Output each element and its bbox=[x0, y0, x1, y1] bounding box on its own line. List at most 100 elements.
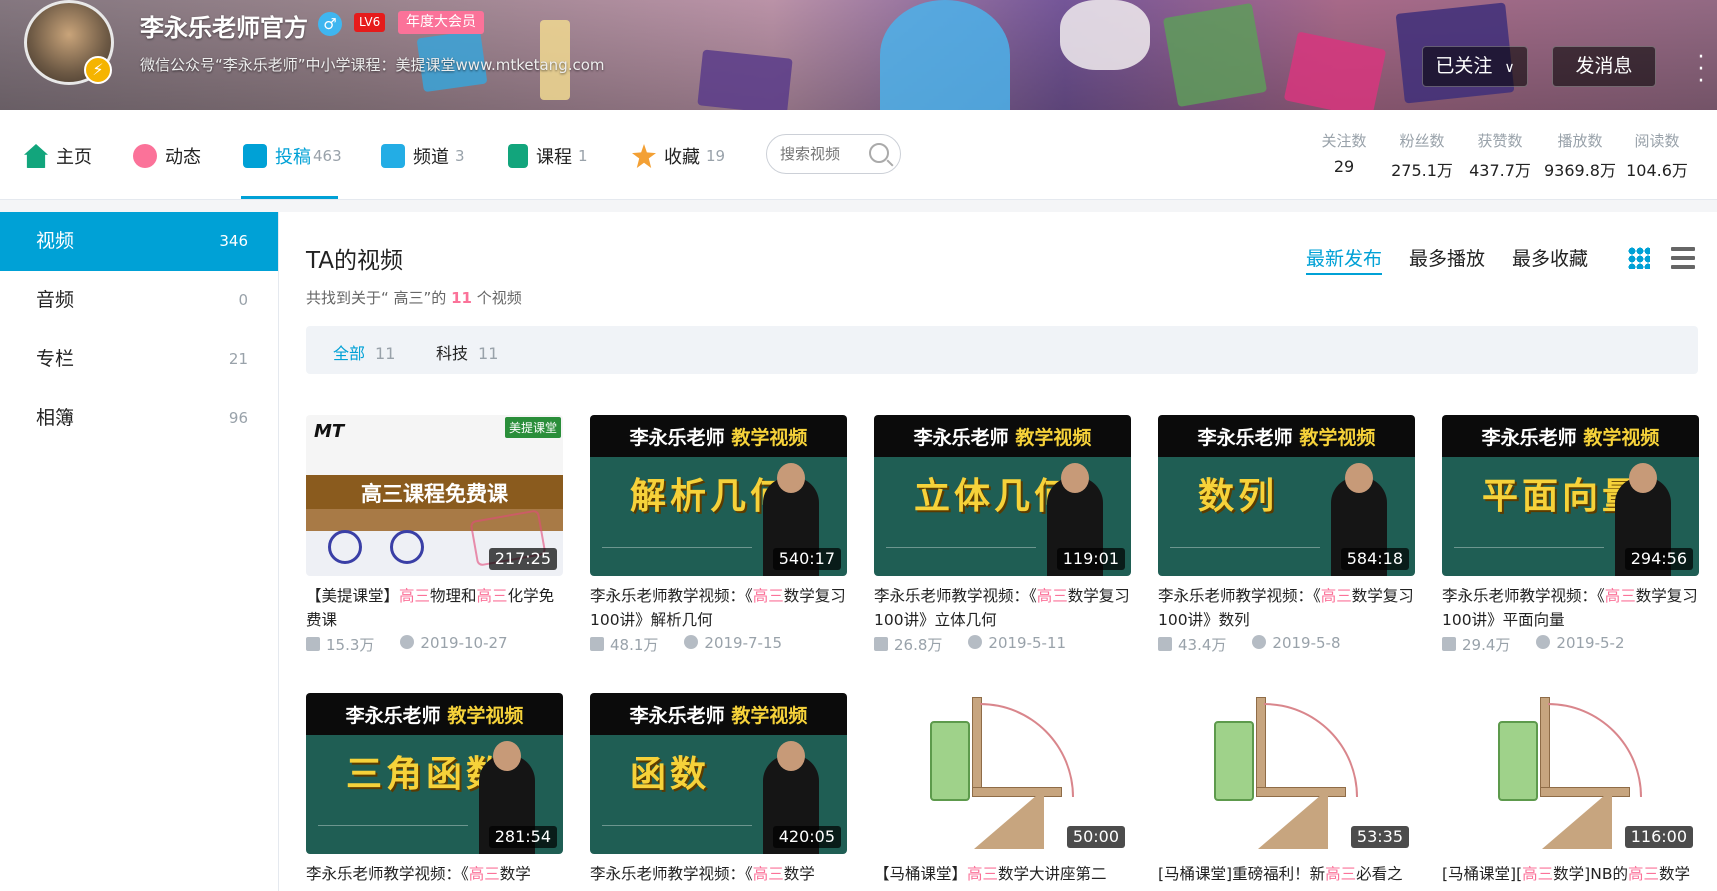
play-icon bbox=[874, 637, 888, 651]
abacus-illustration bbox=[1214, 721, 1254, 801]
upload-date: 2019-10-27 bbox=[400, 634, 508, 655]
video-card[interactable]: 李永乐老师 教学视频 平面向量 294:56 李永乐老师教学视频：《高三数学复习100… bbox=[1442, 415, 1699, 655]
keyword-highlight: 高三 bbox=[752, 587, 784, 605]
sidebar-item-albums[interactable]: 相簿 96 bbox=[0, 389, 278, 448]
stat-value: 437.7万 bbox=[1469, 161, 1531, 180]
tab-course[interactable]: 课程 1 bbox=[508, 140, 588, 172]
tab-dynamic[interactable]: 动态 bbox=[133, 140, 201, 172]
video-search[interactable] bbox=[766, 134, 901, 174]
video-title[interactable]: 李永乐老师教学视频：《高三数学复习100讲》解析几何 bbox=[590, 584, 847, 632]
video-title[interactable]: 李永乐老师教学视频：《高三数学 bbox=[590, 862, 847, 891]
video-title[interactable]: 李永乐老师教学视频：《高三数学 bbox=[306, 862, 563, 891]
video-card[interactable]: 李永乐老师 教学视频 解析几何 540:17 李永乐老师教学视频：《高三数学复习100… bbox=[590, 415, 847, 655]
tab-favorites[interactable]: 收藏 19 bbox=[632, 140, 725, 172]
filter-count: 11 bbox=[478, 344, 499, 363]
video-card[interactable]: 116:00 [马桶课堂][高三数学]NB的高三数学 bbox=[1442, 693, 1699, 891]
stats-bar: 关注数 29 bbox=[1316, 130, 1372, 176]
video-thumbnail[interactable]: 李永乐老师 教学视频 解析几何 540:17 bbox=[590, 415, 847, 576]
video-title[interactable]: [马桶课堂][高三数学]NB的高三数学 bbox=[1442, 862, 1699, 891]
search-input[interactable] bbox=[767, 135, 867, 173]
keyword-highlight: 高三 bbox=[1320, 587, 1352, 605]
sidebar-item-label: 视频 bbox=[36, 230, 75, 252]
sort-most-played[interactable]: 最多播放 bbox=[1409, 244, 1485, 271]
title-text: [马桶课堂]重磅福利！新 bbox=[1158, 865, 1326, 883]
stats-bar: 阅读数 104.6万 bbox=[1624, 130, 1690, 181]
video-title[interactable]: 【美提课堂】高三物理和高三化学免费课 bbox=[306, 584, 563, 632]
channel-icon bbox=[381, 144, 405, 168]
vip-badge[interactable]: 年度大会员 bbox=[398, 11, 484, 34]
video-title[interactable]: [马桶课堂]重磅福利！新高三必看之 bbox=[1158, 862, 1415, 891]
tab-channel[interactable]: 频道 3 bbox=[381, 140, 465, 172]
video-thumbnail[interactable]: 李永乐老师 教学视频 立体几何 119:01 bbox=[874, 415, 1131, 576]
sort-newest[interactable]: 最新发布 bbox=[1306, 244, 1383, 275]
video-title[interactable]: 李永乐老师教学视频：《高三数学复习100讲》数列 bbox=[1158, 584, 1415, 632]
stat-label: 粉丝数 bbox=[1399, 132, 1445, 150]
video-card[interactable]: 李永乐老师 教学视频 数列 584:18 李永乐老师教学视频：《高三数学复习100讲》… bbox=[1158, 415, 1415, 655]
filter-tech[interactable]: 科技 11 bbox=[436, 340, 498, 364]
title-text: 李永乐老师教学视频：《 bbox=[306, 865, 469, 883]
sort-most-favorited[interactable]: 最多收藏 bbox=[1512, 244, 1588, 271]
sidebar-item-video[interactable]: 视频 346 bbox=[0, 212, 278, 271]
stats-bar: 播放数 9369.8万 bbox=[1542, 130, 1618, 181]
upload-date: 2019-5-11 bbox=[968, 634, 1066, 655]
sidebar-item-articles[interactable]: 专栏 21 bbox=[0, 330, 278, 389]
result-suffix: 个视频 bbox=[476, 289, 522, 307]
video-card[interactable]: 53:35 [马桶课堂]重磅福利！新高三必看之 bbox=[1158, 693, 1415, 891]
stat-fans[interactable]: 粉丝数 275.1万 bbox=[1386, 130, 1458, 181]
filter-all[interactable]: 全部 11 bbox=[333, 340, 395, 364]
video-thumbnail[interactable]: 李永乐老师 教学视频 平面向量 294:56 bbox=[1442, 415, 1699, 576]
content-type-sidebar: 视频 346 音频 0 专栏 21 相簿 96 bbox=[0, 212, 279, 891]
title-text: 【美提课堂】 bbox=[306, 587, 400, 605]
video-title[interactable]: 【马桶课堂】高三数学大讲座第二 bbox=[874, 862, 1131, 891]
sidebar-item-count: 96 bbox=[228, 409, 248, 427]
video-card[interactable]: 50:00 【马桶课堂】高三数学大讲座第二 bbox=[874, 693, 1131, 891]
send-message-button[interactable]: 发消息 bbox=[1552, 46, 1656, 87]
clock-icon bbox=[968, 635, 983, 649]
video-thumbnail[interactable]: 116:00 bbox=[1442, 693, 1699, 854]
title-text: 李永乐老师教学视频：《 bbox=[1158, 587, 1321, 605]
video-title[interactable]: 李永乐老师教学视频：《高三数学复习100讲》平面向量 bbox=[1442, 584, 1699, 632]
video-thumbnail[interactable]: MT 美提课堂 高三课程免费课 217:25 bbox=[306, 415, 563, 576]
tab-count: 3 bbox=[455, 147, 465, 165]
video-card[interactable]: 李永乐老师 教学视频 立体几何 119:01 李永乐老师教学视频：《高三数学复习100… bbox=[874, 415, 1131, 655]
follow-button[interactable]: 已关注 ∨ bbox=[1422, 46, 1528, 87]
video-thumbnail[interactable]: 李永乐老师 教学视频 三角函数 281:54 bbox=[306, 693, 563, 854]
video-title[interactable]: 李永乐老师教学视频：《高三数学复习100讲》立体几何 bbox=[874, 584, 1131, 632]
video-thumbnail[interactable]: 李永乐老师 教学视频 数列 584:18 bbox=[1158, 415, 1415, 576]
sidebar-item-audio[interactable]: 音频 0 bbox=[0, 271, 278, 330]
stat-value: 9369.8万 bbox=[1544, 161, 1616, 180]
active-tab-indicator bbox=[241, 196, 338, 199]
keyword-highlight: 高三 bbox=[1325, 865, 1357, 883]
video-card[interactable]: 李永乐老师 教学视频 函数 420:05 李永乐老师教学视频：《高三数学 bbox=[590, 693, 847, 891]
play-count: 29.4万 bbox=[1442, 634, 1510, 655]
upload-date-value: 2019-5-11 bbox=[988, 634, 1067, 652]
video-card[interactable]: 李永乐老师 教学视频 三角函数 281:54 李永乐老师教学视频：《高三数学 bbox=[306, 693, 563, 891]
gift-box-decoration bbox=[697, 49, 793, 110]
video-card[interactable]: MT 美提课堂 高三课程免费课 217:25 【美提课堂】高三物理和高三化学免费课 15.… bbox=[306, 415, 563, 655]
tab-home[interactable]: 主页 bbox=[24, 140, 92, 172]
tab-count: 463 bbox=[313, 147, 342, 165]
stat-following[interactable]: 关注数 29 bbox=[1316, 130, 1372, 176]
video-thumbnail[interactable]: 50:00 bbox=[874, 693, 1131, 854]
list-view-icon[interactable] bbox=[1671, 247, 1695, 269]
thumbnail-topic: 函数 bbox=[630, 753, 711, 795]
level-badge: LV6 bbox=[354, 13, 386, 32]
more-options-icon[interactable]: · · · bbox=[1696, 47, 1706, 93]
video-duration: 294:56 bbox=[1624, 548, 1693, 570]
play-icon bbox=[1442, 637, 1456, 651]
chevron-down-icon: ∨ bbox=[1504, 60, 1515, 76]
grid-view-icon[interactable] bbox=[1628, 247, 1650, 269]
video-thumbnail[interactable]: 53:35 bbox=[1158, 693, 1415, 854]
title-text: 李永乐老师教学视频：《 bbox=[1442, 587, 1605, 605]
search-icon[interactable] bbox=[869, 143, 889, 163]
play-count: 26.8万 bbox=[874, 634, 942, 655]
thumbnail-header: 李永乐老师 教学视频 bbox=[590, 701, 847, 728]
video-thumbnail[interactable]: 李永乐老师 教学视频 函数 420:05 bbox=[590, 693, 847, 854]
clock-icon bbox=[1536, 635, 1551, 649]
title-text: 数学]NB的 bbox=[1553, 865, 1628, 883]
stat-label: 阅读数 bbox=[1634, 132, 1680, 150]
play-count-value: 15.3万 bbox=[326, 636, 375, 654]
tab-uploads[interactable]: 投稿 463 bbox=[243, 140, 342, 172]
sidebar-item-label: 音频 bbox=[36, 289, 75, 311]
set-square-illustration bbox=[1258, 789, 1328, 849]
